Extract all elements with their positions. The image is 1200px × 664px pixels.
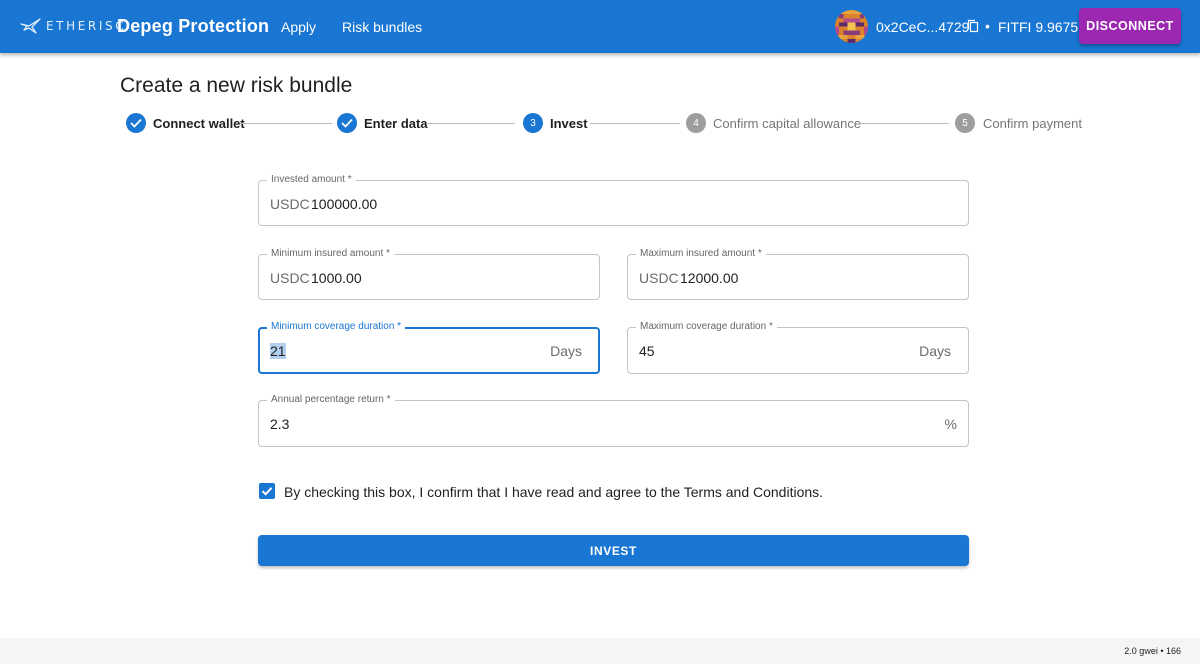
etherisc-logo-icon	[20, 18, 41, 34]
min-insured-amount-input[interactable]: 1000.00	[311, 270, 362, 286]
step-4-number: 4	[686, 113, 706, 133]
min-insured-amount-prefix: USDC	[270, 270, 310, 286]
copy-icon[interactable]	[967, 19, 979, 33]
min-insured-amount-field[interactable]: Minimum insured amount * USDC 1000.00	[258, 248, 600, 300]
step-1-label: Connect wallet	[153, 116, 245, 131]
invested-amount-input[interactable]: 100000.00	[311, 196, 377, 212]
min-insured-amount-label: Minimum insured amount *	[267, 248, 394, 260]
wallet-balance: FITFI 9.9675	[998, 19, 1079, 35]
max-insured-amount-label: Maximum insured amount *	[636, 248, 766, 260]
step-5-label: Confirm payment	[983, 116, 1082, 131]
min-coverage-duration-label: Minimum coverage duration *	[267, 321, 406, 333]
invested-amount-field[interactable]: Invested amount * USDC 100000.00	[258, 174, 969, 226]
step-connector	[590, 123, 680, 124]
step-3-number: 3	[523, 113, 543, 133]
max-insured-amount-input[interactable]: 12000.00	[680, 270, 738, 286]
logo-text: ETHERISC	[46, 19, 127, 33]
step-4-label: Confirm capital allowance	[713, 116, 862, 131]
invested-amount-prefix: USDC	[270, 196, 310, 212]
step-5-number: 5	[955, 113, 975, 133]
apr-label: Annual percentage return *	[267, 394, 395, 406]
step-1-check-icon	[126, 113, 146, 133]
max-coverage-duration-field[interactable]: Maximum coverage duration * 45 Days	[627, 321, 969, 374]
invest-button[interactable]: INVEST	[258, 535, 969, 566]
apr-unit: %	[944, 416, 957, 432]
footer: 2.0 gwei • 166	[0, 638, 1200, 664]
app-bar: ETHERISC Depeg Protection Apply Risk bun…	[0, 0, 1200, 53]
max-insured-amount-field[interactable]: Maximum insured amount * USDC 12000.00	[627, 248, 969, 300]
terms-label[interactable]: By checking this box, I confirm that I h…	[284, 484, 823, 500]
nav-apply-link[interactable]: Apply	[281, 19, 316, 35]
apr-input[interactable]: 2.3	[270, 416, 289, 432]
terms-checkbox[interactable]	[259, 483, 275, 499]
min-coverage-duration-unit: Days	[550, 343, 582, 359]
page-title: Create a new risk bundle	[120, 74, 353, 97]
step-connector	[426, 123, 515, 124]
checkmark-icon	[261, 487, 273, 496]
min-coverage-duration-field[interactable]: Minimum coverage duration * 21 Days	[258, 321, 600, 374]
gas-block-info: 2.0 gwei • 166	[1124, 646, 1181, 656]
step-connector	[240, 123, 332, 124]
max-coverage-duration-input[interactable]: 45	[639, 343, 655, 359]
disconnect-button[interactable]: DISCONNECT	[1079, 8, 1181, 44]
nav-risk-bundles-link[interactable]: Risk bundles	[342, 19, 422, 35]
max-insured-amount-prefix: USDC	[639, 270, 679, 286]
app-title[interactable]: Depeg Protection	[117, 16, 269, 37]
max-coverage-duration-unit: Days	[919, 343, 951, 359]
step-2-label: Enter data	[364, 116, 428, 131]
etherisc-logo[interactable]: ETHERISC	[20, 16, 126, 36]
max-coverage-duration-label: Maximum coverage duration *	[636, 321, 777, 333]
wallet-avatar	[835, 10, 868, 43]
step-2-check-icon	[337, 113, 357, 133]
separator-dot: •	[985, 18, 990, 34]
step-3-label: Invest	[550, 116, 588, 131]
wallet-address: 0x2CeC...4729	[876, 19, 970, 35]
min-coverage-duration-input[interactable]: 21	[270, 343, 286, 359]
apr-field[interactable]: Annual percentage return * 2.3 %	[258, 394, 969, 447]
step-connector	[859, 123, 949, 124]
invested-amount-label: Invested amount *	[267, 174, 356, 186]
